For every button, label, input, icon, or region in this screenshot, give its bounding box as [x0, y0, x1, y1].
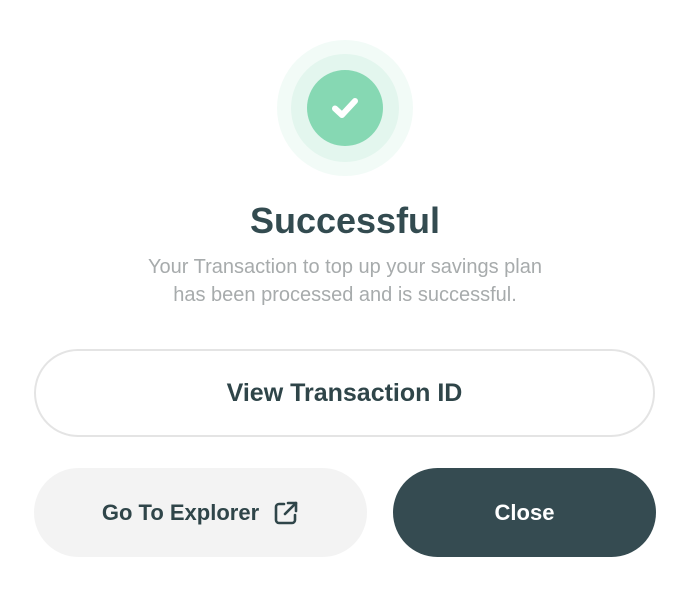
close-button[interactable]: Close [393, 468, 656, 557]
dialog-message-line-1: Your Transaction to top up your savings … [148, 256, 542, 278]
checkmark-icon [332, 98, 358, 118]
check-circle-icon [307, 70, 383, 146]
view-transaction-id-button[interactable]: View Transaction ID [34, 349, 655, 437]
view-transaction-id-label: View Transaction ID [226, 378, 463, 407]
dialog-title: Successful [249, 200, 441, 241]
go-to-explorer-label: Go To Explorer [101, 499, 260, 525]
go-to-explorer-button[interactable]: Go To Explorer [34, 468, 367, 557]
dialog-message-line-2: has been processed and is successful. [173, 284, 517, 306]
dialog-message: Your Transaction to top up your savings … [95, 253, 595, 309]
close-button-label: Close [494, 499, 555, 525]
external-link-icon [273, 500, 299, 526]
